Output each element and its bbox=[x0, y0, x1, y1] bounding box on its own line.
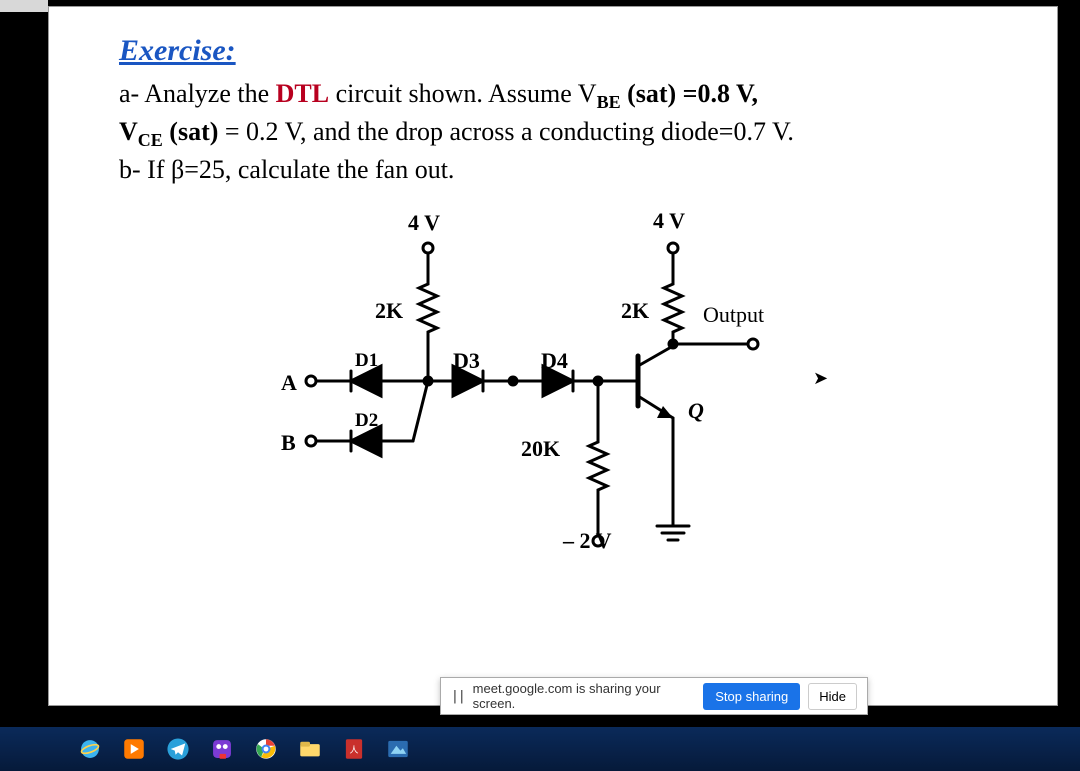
line-b: b- If β=25, calculate the fan out. bbox=[119, 152, 987, 187]
windows-taskbar[interactable]: 人 bbox=[0, 727, 1080, 771]
share-text: meet.google.com is sharing your screen. bbox=[473, 681, 696, 711]
dtl-term: DTL bbox=[276, 79, 329, 108]
circuit-diagram: 4 V 4 V 2K 2K Output A B D1 D2 D3 D4 20K… bbox=[243, 206, 863, 606]
chrome-icon[interactable] bbox=[246, 732, 286, 766]
stop-sharing-button[interactable]: Stop sharing bbox=[703, 683, 800, 710]
text: circuit shown. Assume V bbox=[329, 79, 596, 108]
label-4v-left: 4 V bbox=[408, 208, 440, 238]
line-a2: VCE (sat) = 0.2 V, and the drop across a… bbox=[119, 114, 987, 152]
hide-button[interactable]: Hide bbox=[808, 683, 857, 710]
ie-icon[interactable] bbox=[70, 732, 110, 766]
toolbar-fragment bbox=[0, 0, 48, 12]
telegram-icon[interactable] bbox=[158, 732, 198, 766]
text: a- Analyze the bbox=[119, 79, 276, 108]
exercise-text: Exercise: a- Analyze the DTL circuit sho… bbox=[49, 7, 1057, 616]
label-b: B bbox=[281, 428, 296, 458]
label-d4: D4 bbox=[541, 346, 568, 376]
media-player-icon[interactable] bbox=[114, 732, 154, 766]
label-d1: D1 bbox=[355, 348, 378, 374]
vbe-sub: BE bbox=[597, 92, 621, 112]
label-4v-right: 4 V bbox=[653, 206, 685, 236]
pdf-reader-icon[interactable]: 人 bbox=[334, 732, 374, 766]
text: (sat) bbox=[163, 117, 219, 146]
line-a: a- Analyze the DTL circuit shown. Assume… bbox=[119, 76, 987, 114]
screen-share-notification: || meet.google.com is sharing your scree… bbox=[440, 677, 868, 715]
file-explorer-icon[interactable] bbox=[290, 732, 330, 766]
svg-text:人: 人 bbox=[350, 745, 359, 755]
label-20k: 20K bbox=[521, 434, 560, 464]
label-neg2v: – 2 V bbox=[563, 526, 612, 556]
cursor-icon: ➤ bbox=[813, 366, 828, 390]
text: (sat) =0.8 V, bbox=[621, 79, 758, 108]
vce-sub: CE bbox=[138, 130, 163, 150]
label-2k-left: 2K bbox=[375, 296, 403, 326]
picture-viewer-icon[interactable] bbox=[378, 732, 418, 766]
label-q: Q bbox=[688, 396, 704, 426]
document-page: Exercise: a- Analyze the DTL circuit sho… bbox=[48, 6, 1058, 706]
exercise-title: Exercise: bbox=[119, 31, 987, 72]
text: V bbox=[119, 117, 138, 146]
circuit-svg bbox=[243, 206, 863, 606]
label-d2: D2 bbox=[355, 408, 378, 434]
text: = 0.2 V, and the drop across a conductin… bbox=[218, 117, 794, 146]
pause-icon[interactable]: || bbox=[451, 689, 465, 704]
label-a: A bbox=[281, 368, 297, 398]
label-d3: D3 bbox=[453, 346, 480, 376]
label-2k-right: 2K bbox=[621, 296, 649, 326]
label-output: Output bbox=[703, 300, 764, 330]
messenger-icon[interactable] bbox=[202, 732, 242, 766]
